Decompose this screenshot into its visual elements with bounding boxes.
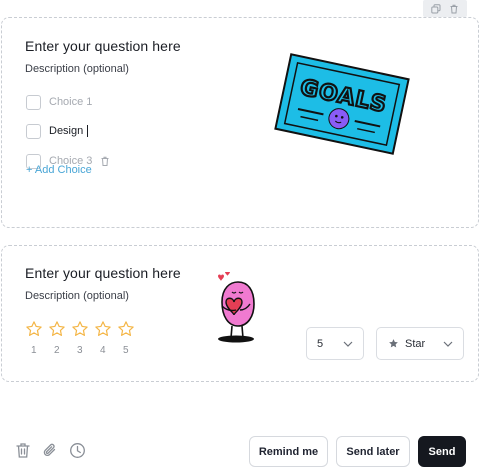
chevron-down-icon	[443, 341, 453, 347]
rating-label: 1	[31, 345, 37, 356]
send-later-button[interactable]: Send later	[336, 436, 410, 467]
copy-icon[interactable]	[431, 3, 441, 14]
rating-type-value: Star	[405, 337, 426, 350]
star-icon[interactable]	[48, 320, 66, 338]
question-title[interactable]: Enter your question here	[25, 38, 181, 54]
star-icon[interactable]	[94, 320, 112, 338]
rating-label: 5	[123, 345, 129, 356]
star-icon[interactable]	[71, 320, 89, 338]
rating-count-value: 5	[317, 337, 324, 350]
question-description[interactable]: Description (optional)	[25, 63, 129, 75]
choice-label[interactable]: Choice 1	[49, 96, 92, 108]
trash-icon[interactable]	[449, 4, 459, 14]
trash-icon[interactable]	[15, 442, 31, 459]
choice-checkbox[interactable]	[26, 94, 41, 110]
rating-label: 2	[54, 345, 60, 356]
choice-label-editing[interactable]: Design	[49, 125, 89, 138]
add-choice-link[interactable]: + Add Choice	[26, 164, 92, 176]
rating-count-select[interactable]: 5	[306, 327, 364, 360]
goals-sticker: GOALS	[274, 48, 410, 165]
question-description[interactable]: Description (optional)	[25, 290, 129, 302]
choice-item[interactable]: Design	[26, 123, 89, 139]
rating-label: 4	[100, 345, 106, 356]
star-rating[interactable]	[25, 320, 135, 338]
rating-type-select[interactable]: Star	[376, 327, 464, 360]
card-toolbar	[423, 0, 467, 17]
question-title[interactable]: Enter your question here	[25, 265, 181, 281]
star-rating-labels: 1 2 3 4 5	[25, 345, 140, 356]
remind-me-button[interactable]: Remind me	[249, 436, 328, 467]
choice-checkbox[interactable]	[26, 123, 41, 139]
star-filled-icon	[388, 338, 399, 349]
send-button[interactable]: Send	[418, 436, 466, 467]
heart-hug-sticker	[212, 270, 260, 349]
choice-item[interactable]: Choice 1	[26, 94, 92, 110]
paperclip-icon[interactable]	[42, 442, 58, 459]
rating-label: 3	[77, 345, 83, 356]
star-icon[interactable]	[117, 320, 135, 338]
text-caret	[87, 125, 89, 138]
trash-icon[interactable]	[100, 156, 110, 167]
star-icon[interactable]	[25, 320, 43, 338]
chevron-down-icon	[343, 341, 353, 347]
clock-icon[interactable]	[69, 442, 86, 459]
